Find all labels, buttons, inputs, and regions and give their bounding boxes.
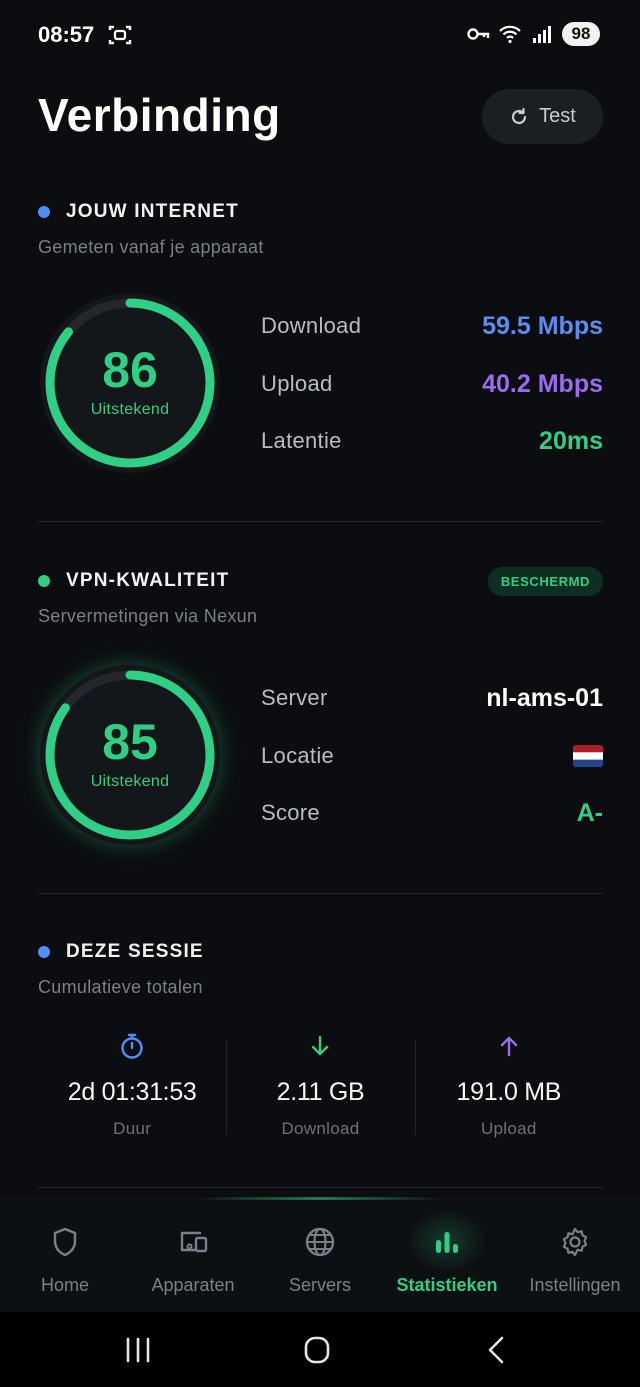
home-icon[interactable] bbox=[297, 1334, 337, 1366]
total-duration: 2d 01:31:53 Duur bbox=[38, 1030, 226, 1150]
stat-value: 59.5 Mbps bbox=[482, 311, 603, 340]
vpn-stats: Server nl-ams-01 Locatie Score A- bbox=[261, 683, 603, 827]
stat-label: Score bbox=[261, 800, 320, 825]
nav-label: Servers bbox=[288, 1275, 351, 1295]
section-title: DEZE SESSIE bbox=[66, 941, 204, 962]
section-title: JOUW INTERNET bbox=[66, 201, 239, 222]
divider bbox=[38, 1187, 603, 1188]
vpn-key-icon bbox=[467, 28, 490, 40]
stat-row-download: Download 59.5 Mbps bbox=[261, 311, 603, 341]
devices-icon bbox=[180, 1231, 208, 1253]
globe-icon bbox=[305, 1227, 335, 1257]
internet-score-value: 86 bbox=[102, 342, 158, 398]
shield-icon bbox=[53, 1227, 77, 1257]
system-nav-bar bbox=[0, 1312, 640, 1387]
internet-section: JOUW INTERNET Gemeten vanaf je apparaat … bbox=[38, 199, 603, 489]
back-icon[interactable] bbox=[476, 1334, 516, 1366]
status-badge: BESCHERMD bbox=[487, 566, 603, 596]
nav-item-servers[interactable]: Servers bbox=[256, 1199, 384, 1313]
nav-label: Statistieken bbox=[396, 1275, 498, 1295]
stat-label: Latentie bbox=[261, 428, 342, 453]
internet-stats: Download 59.5 Mbps Upload 40.2 Mbps Late… bbox=[261, 311, 603, 455]
stat-label: Locatie bbox=[261, 743, 335, 768]
stat-value: nl-ams-01 bbox=[486, 683, 603, 712]
stat-value: A- bbox=[576, 798, 603, 827]
stat-row-latency: Latentie 20ms bbox=[261, 426, 603, 456]
vpn-score-value: 85 bbox=[102, 714, 158, 770]
total-value: 2.11 GB bbox=[276, 1078, 365, 1106]
signal-icon bbox=[533, 26, 551, 43]
test-button-label: Test bbox=[539, 105, 576, 127]
stat-label: Server bbox=[261, 685, 328, 710]
total-label: Duur bbox=[113, 1119, 152, 1138]
stopwatch-icon bbox=[121, 1033, 143, 1059]
page-title: Verbinding bbox=[38, 89, 281, 141]
gear-icon bbox=[562, 1227, 588, 1257]
test-button[interactable]: Test bbox=[482, 89, 603, 144]
netherlands-flag-icon bbox=[573, 745, 603, 767]
battery-level: 98 bbox=[562, 22, 600, 46]
arrow-down-icon bbox=[312, 1035, 329, 1056]
vpn-score-label: Uitstekend bbox=[90, 773, 170, 790]
nav-item-home[interactable]: Home bbox=[1, 1199, 129, 1313]
total-download: 2.11 GB Download bbox=[226, 1030, 414, 1150]
recent-apps-icon[interactable] bbox=[118, 1334, 158, 1366]
bar-chart-icon bbox=[436, 1232, 458, 1253]
vpn-section: VPN-KWALITEIT BESCHERMD Servermetingen v… bbox=[38, 566, 603, 858]
refresh-icon bbox=[512, 107, 527, 124]
section-subtitle: Servermetingen via Nexun bbox=[38, 606, 258, 626]
total-label: Upload bbox=[480, 1119, 537, 1138]
nav-label: Instellingen bbox=[529, 1275, 621, 1295]
section-dot bbox=[38, 575, 50, 587]
total-value: 2d 01:31:53 bbox=[67, 1078, 197, 1106]
total-upload: 191.0 MB Upload bbox=[414, 1030, 603, 1150]
stat-value: 40.2 Mbps bbox=[482, 369, 603, 398]
wifi-icon bbox=[499, 25, 521, 44]
bottom-nav: Home Apparaten Servers Statistieken Inst… bbox=[0, 1197, 640, 1313]
nav-label: Home bbox=[40, 1275, 89, 1295]
vpn-score-gauge: 85 Uitstekend bbox=[38, 663, 222, 847]
nav-label: Apparaten bbox=[151, 1275, 235, 1295]
stat-row-score: Score A- bbox=[261, 798, 603, 828]
session-totals: 2d 01:31:53 Duur 2.11 GB Download 191.0 … bbox=[38, 1030, 603, 1150]
screen-record-icon bbox=[108, 25, 132, 45]
total-value: 191.0 MB bbox=[456, 1078, 562, 1106]
internet-score-label: Uitstekend bbox=[90, 401, 170, 418]
status-bar: 08:57 98 bbox=[0, 0, 640, 70]
nav-item-devices[interactable]: Apparaten bbox=[129, 1199, 257, 1313]
stat-label: Download bbox=[261, 313, 362, 338]
section-subtitle: Cumulatieve totalen bbox=[38, 977, 203, 997]
nav-item-statistics[interactable]: Statistieken bbox=[383, 1199, 511, 1313]
internet-score-gauge: 86 Uitstekend bbox=[38, 291, 222, 475]
status-time: 08:57 bbox=[38, 22, 95, 47]
stat-row-location: Locatie bbox=[261, 741, 603, 771]
stat-label: Upload bbox=[261, 371, 333, 396]
section-title: VPN-KWALITEIT bbox=[66, 570, 230, 591]
section-dot bbox=[38, 206, 50, 218]
total-label: Download bbox=[281, 1119, 360, 1138]
status-icons: 98 bbox=[466, 22, 600, 46]
nav-item-settings[interactable]: Instellingen bbox=[511, 1199, 639, 1313]
stat-row-server: Server nl-ams-01 bbox=[261, 683, 603, 713]
stat-value: 20ms bbox=[539, 426, 603, 455]
arrow-up-icon bbox=[500, 1036, 518, 1057]
divider bbox=[38, 521, 603, 522]
stat-row-upload: Upload 40.2 Mbps bbox=[261, 369, 603, 399]
section-dot bbox=[38, 946, 50, 958]
divider bbox=[38, 893, 603, 894]
section-subtitle: Gemeten vanaf je apparaat bbox=[38, 237, 264, 257]
session-section: DEZE SESSIE Cumulatieve totalen bbox=[38, 939, 603, 1009]
